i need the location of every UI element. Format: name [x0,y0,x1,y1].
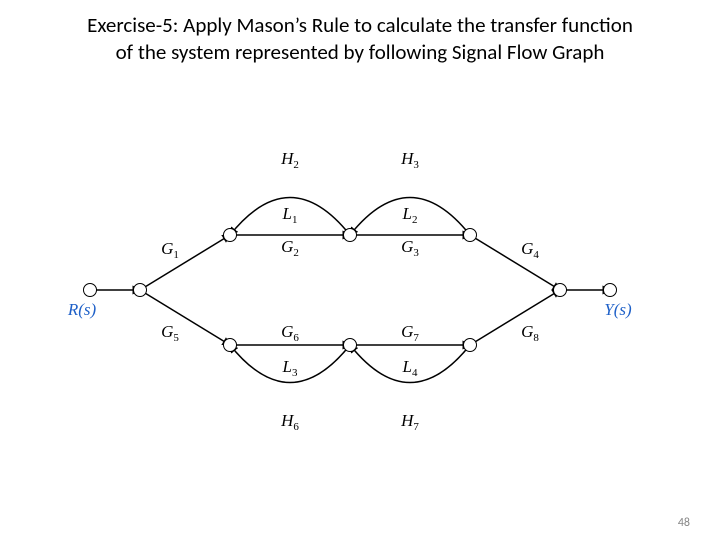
label-G4: G4 [521,239,539,261]
label-H6: H6 [281,411,299,433]
label-G6: G6 [281,322,299,344]
signal-flow-graph: R(s) Y(s) G1 G2 G3 G4 G5 G6 G7 G8 H2 H3 … [90,120,630,460]
node-x4 [463,228,477,242]
label-G3: G3 [401,237,419,259]
label-G2: G2 [281,237,299,259]
title-line-2: of the system represented by following S… [116,39,605,65]
label-G1: G1 [161,239,179,261]
label-H7: H7 [401,411,419,433]
page-number: 48 [678,516,690,530]
label-Ys: Y(s) [604,300,631,320]
sfg-edges [90,120,630,460]
label-G7: G7 [401,322,419,344]
node-x1 [133,283,147,297]
node-x2 [223,228,237,242]
label-G8: G8 [521,322,539,344]
label-Rs: R(s) [68,300,96,320]
label-L4: L4 [403,357,418,379]
label-L2: L2 [403,204,418,226]
label-H2: H2 [281,149,299,171]
node-R [83,283,97,297]
node-x7 [343,338,357,352]
label-H3: H3 [401,149,419,171]
node-Y [603,283,617,297]
node-x8 [463,338,477,352]
title-line-1: Exercise-5: Apply Mason’s Rule to calcul… [87,12,633,38]
node-x6 [223,338,237,352]
slide-title: Exercise-5: Apply Mason’s Rule to calcul… [0,0,720,67]
node-x5 [553,283,567,297]
label-L3: L3 [283,357,298,379]
label-G5: G5 [161,322,179,344]
label-L1: L1 [283,204,298,226]
node-x3 [343,228,357,242]
